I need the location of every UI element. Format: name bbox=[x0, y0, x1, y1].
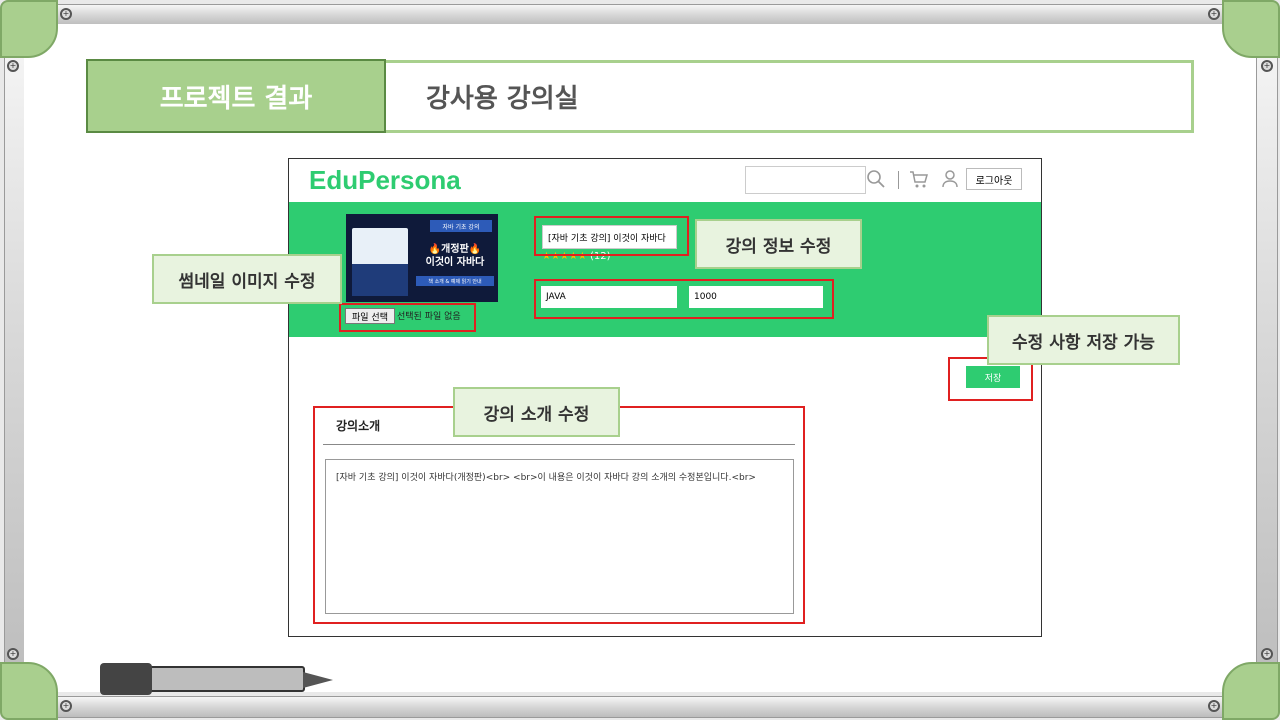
frame-right bbox=[1256, 30, 1278, 692]
section-label: 프로젝트 결과 bbox=[86, 59, 386, 133]
logout-button[interactable]: 로그아웃 bbox=[966, 168, 1022, 190]
thumbnail-headline: 🔥개정판🔥 이것이 자바다 bbox=[425, 244, 485, 268]
frame-bottom bbox=[30, 696, 1252, 718]
screw-icon: + bbox=[1208, 700, 1220, 712]
search-input[interactable] bbox=[745, 166, 866, 194]
search-icon[interactable] bbox=[866, 169, 886, 193]
corner-top-right bbox=[1222, 0, 1280, 58]
thumbnail-sub: 책 소개 & 예제 읽기 안내 bbox=[416, 276, 494, 286]
highlight-course-title bbox=[534, 216, 689, 256]
screw-icon: + bbox=[1208, 8, 1220, 20]
page-title: 강사용 강의실 bbox=[386, 60, 1194, 133]
screw-icon: + bbox=[60, 8, 72, 20]
corner-bottom-left bbox=[0, 662, 58, 720]
cart-icon[interactable] bbox=[909, 169, 929, 193]
divider bbox=[898, 171, 899, 189]
user-icon[interactable] bbox=[941, 169, 959, 193]
marker-cap bbox=[100, 663, 152, 695]
screw-icon: + bbox=[1261, 648, 1273, 660]
frame-top bbox=[30, 4, 1252, 26]
course-thumbnail: 자바 기초 강의 🔥개정판🔥 이것이 자바다 책 소개 & 예제 읽기 안내 bbox=[346, 214, 498, 302]
frame-left bbox=[4, 30, 26, 692]
marker-tip bbox=[303, 672, 333, 688]
highlight-course-fields bbox=[534, 279, 834, 319]
screw-icon: + bbox=[60, 700, 72, 712]
book-cover-band bbox=[352, 264, 408, 296]
corner-bottom-right bbox=[1222, 662, 1280, 720]
app-logo[interactable]: EduPersona bbox=[309, 165, 461, 196]
callout-thumbnail: 썸네일 이미지 수정 bbox=[152, 254, 342, 304]
callout-save: 수정 사항 저장 가능 bbox=[987, 315, 1180, 365]
thumbnail-tag: 자바 기초 강의 bbox=[430, 220, 492, 232]
screw-icon: + bbox=[7, 60, 19, 72]
highlight-intro bbox=[313, 406, 805, 624]
screw-icon: + bbox=[1261, 60, 1273, 72]
callout-intro: 강의 소개 수정 bbox=[453, 387, 620, 437]
callout-course-info: 강의 정보 수정 bbox=[695, 219, 862, 269]
screw-icon: + bbox=[7, 648, 19, 660]
highlight-file-select bbox=[339, 303, 476, 332]
